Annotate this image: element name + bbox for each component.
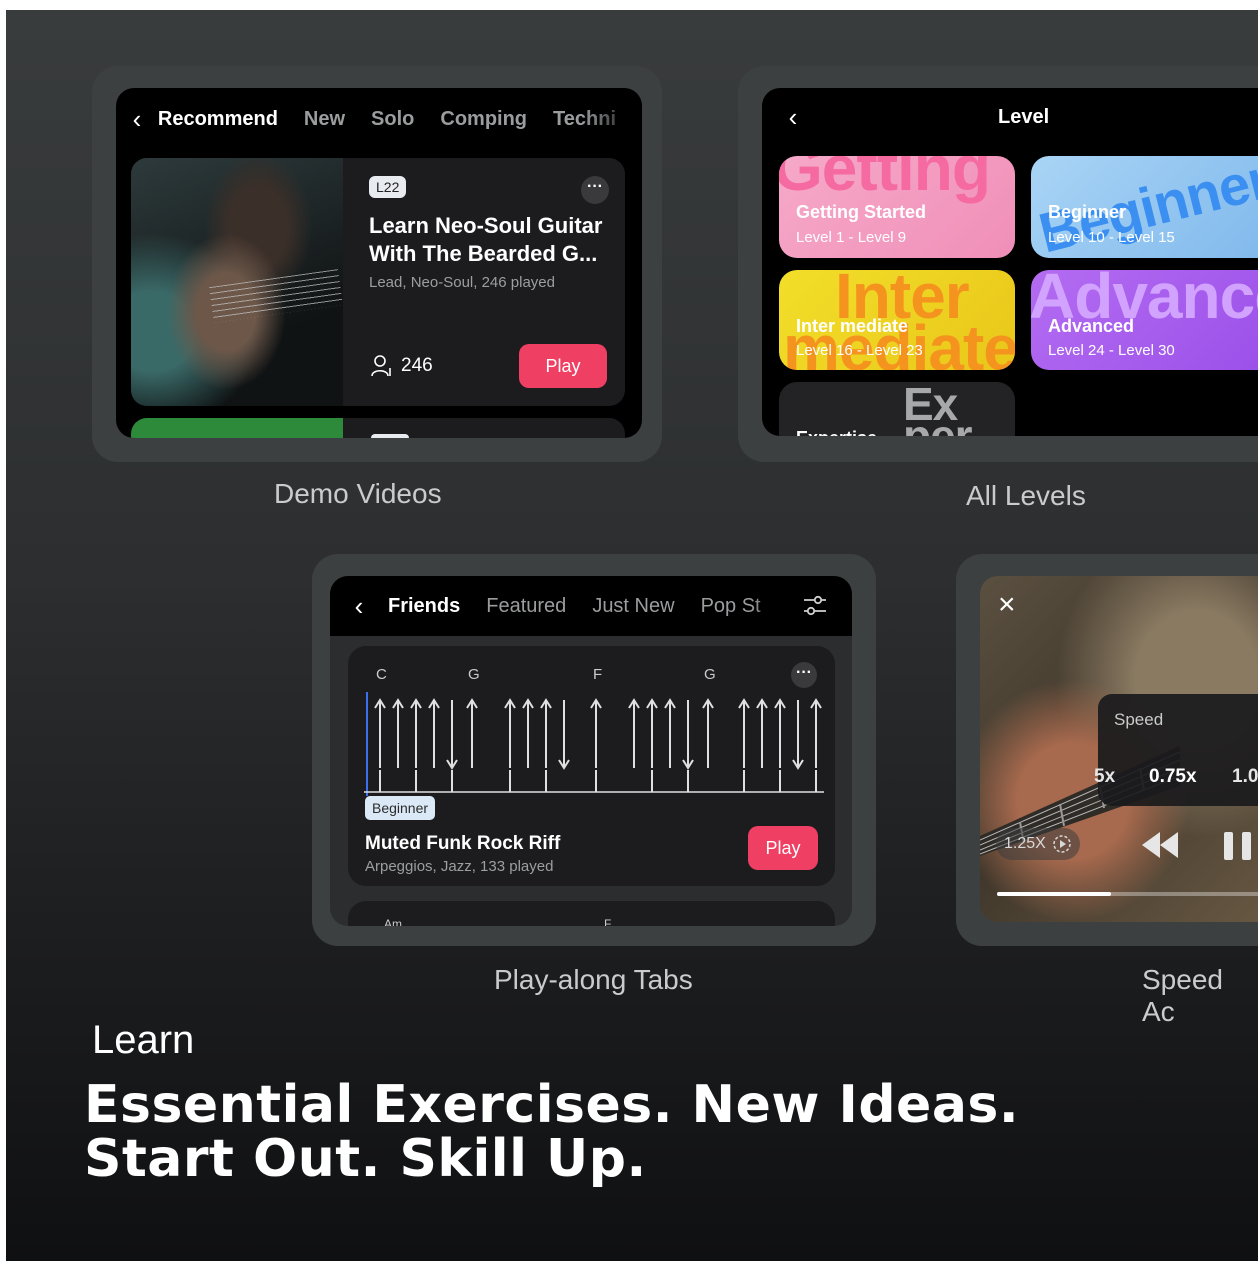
- tile-bg-text-2: per: [903, 410, 973, 436]
- play-along-screen: ‹ Friends Featured Just New Pop St C G F…: [330, 576, 852, 926]
- strum-arrows: [374, 698, 822, 792]
- speed-dial-icon: [1053, 835, 1071, 853]
- chord-label: C: [376, 666, 387, 683]
- hero-headline: Essential Exercises. New Ideas. Start Ou…: [84, 1078, 1019, 1186]
- next-video-badge: [371, 434, 409, 438]
- caption-all-levels: All Levels: [966, 480, 1086, 511]
- level-tile-expertise[interactable]: Ex per Expertise: [779, 382, 1015, 436]
- chord-label: F: [593, 666, 603, 683]
- guitar-strings-graphic: [209, 269, 343, 323]
- tab-card[interactable]: C G F G ··· Beginner Muted Funk Rock Rif…: [348, 646, 835, 886]
- chord-label: Am: [384, 917, 402, 926]
- speed-option[interactable]: 5x: [1094, 766, 1115, 788]
- speed-option[interactable]: 1.0: [1232, 766, 1258, 788]
- current-speed-value: 1.25X: [1004, 835, 1046, 852]
- play-button[interactable]: Play: [519, 344, 607, 388]
- tab-recommend[interactable]: Recommend: [158, 108, 278, 131]
- pause-icon[interactable]: [1220, 830, 1258, 862]
- tab-fade: [582, 88, 642, 150]
- next-tab-card[interactable]: Am F: [348, 901, 835, 926]
- demo-videos-screen: ‹ Recommend New Solo Comping Techni L22 …: [116, 88, 642, 438]
- tab-comping[interactable]: Comping: [440, 108, 527, 131]
- tile-name: Beginner: [1048, 202, 1127, 222]
- chord-label: G: [704, 666, 716, 683]
- tab-friends[interactable]: Friends: [388, 595, 460, 618]
- tab-subtitle: Arpeggios, Jazz, 133 played: [365, 858, 554, 875]
- speed-video[interactable]: × Speed 5x 0.75x 1.0 1.25X: [980, 576, 1258, 922]
- playalong-tab-bar: ‹ Friends Featured Just New Pop St: [330, 576, 852, 636]
- current-speed[interactable]: 1.25X: [996, 828, 1080, 860]
- tile-name: Getting Started: [796, 202, 927, 222]
- video-title-line1: Learn Neo-Soul Guitar: [369, 213, 603, 238]
- section-label: Learn: [92, 1018, 195, 1062]
- tab-fade: [750, 576, 810, 636]
- video-thumbnail[interactable]: [131, 158, 343, 406]
- more-options-icon[interactable]: ···: [791, 662, 817, 688]
- tile-bg-text: Getting: [779, 156, 991, 204]
- users-icon: [371, 355, 391, 377]
- progress-track[interactable]: [997, 892, 1258, 896]
- more-options-icon[interactable]: ···: [581, 176, 609, 204]
- hero-line2: Start Out. Skill Up.: [84, 1129, 647, 1189]
- tile-name: Inter mediate: [796, 316, 909, 336]
- video-subtitle: Lead, Neo-Soul, 246 played: [369, 274, 555, 291]
- demo-videos-card: ‹ Recommend New Solo Comping Techni L22 …: [92, 66, 662, 462]
- chord-label: F: [604, 917, 612, 926]
- close-icon[interactable]: ×: [998, 590, 1016, 620]
- caption-speed: Speed Ac: [1142, 964, 1223, 1027]
- level-badge: L22: [369, 176, 407, 198]
- tile-range: Level 24 - Level 30: [1048, 342, 1175, 359]
- tile-name: Expertise: [796, 428, 877, 436]
- back-chevron-icon[interactable]: ‹: [762, 102, 824, 133]
- level-tile-beginner[interactable]: Beginner Beginner Level 10 - Level 15: [1031, 156, 1258, 258]
- strum-pattern: [364, 692, 824, 796]
- levels-title: Level: [998, 105, 1050, 128]
- play-along-card: ‹ Friends Featured Just New Pop St C G F…: [312, 554, 876, 946]
- level-tile-advanced[interactable]: Advanced Advanced Level 24 - Level 30: [1031, 270, 1258, 370]
- player-count: 246: [371, 354, 433, 378]
- difficulty-badge: Beginner: [365, 796, 436, 820]
- caption-demo-videos: Demo Videos: [274, 478, 442, 509]
- stage: ‹ Recommend New Solo Comping Techni L22 …: [6, 10, 1258, 1261]
- level-tile-getting-started[interactable]: Getting Getting Started Level 1 - Level …: [779, 156, 1015, 258]
- next-video-thumbnail: [131, 418, 343, 438]
- rewind-icon[interactable]: [1140, 830, 1180, 860]
- progress-fill: [997, 892, 1111, 896]
- tile-range: Level 16 - Level 23: [796, 342, 923, 359]
- back-chevron-icon[interactable]: ‹: [330, 591, 388, 622]
- tab-featured[interactable]: Featured: [486, 595, 566, 618]
- levels-header: ‹ Level: [762, 88, 1258, 146]
- tile-range: Level 1 - Level 9: [796, 229, 907, 246]
- tab-just-new[interactable]: Just New: [592, 595, 674, 618]
- speed-panel: Speed 5x 0.75x 1.0: [1094, 694, 1258, 806]
- filter-sliders-icon[interactable]: [802, 594, 828, 618]
- player-count-value: 246: [401, 355, 433, 376]
- play-button[interactable]: Play: [748, 826, 818, 870]
- tile-range: Level 10 - Level 15: [1048, 229, 1175, 246]
- video-card[interactable]: L22 ··· Learn Neo-Soul Guitar With The B…: [131, 158, 625, 406]
- video-title-line2: With The Bearded G...: [369, 241, 598, 266]
- chord-label: G: [468, 666, 480, 683]
- tile-name: Advanced: [1048, 316, 1135, 336]
- tab-title: Muted Funk Rock Riff: [365, 833, 561, 854]
- demo-tab-bar: ‹ Recommend New Solo Comping Techni: [116, 88, 642, 150]
- speed-option-selected[interactable]: 0.75x: [1149, 766, 1197, 788]
- all-levels-card: ‹ Level Getting Getting Started Level 1 …: [738, 66, 1258, 462]
- level-tile-intermediate[interactable]: Inter mediate Inter mediate Level 16 - L…: [779, 270, 1015, 370]
- speed-panel-title: Speed: [1114, 710, 1164, 729]
- tab-new[interactable]: New: [304, 108, 345, 131]
- caption-play-along: Play-along Tabs: [494, 964, 693, 995]
- back-chevron-icon[interactable]: ‹: [116, 104, 158, 135]
- speed-card: × Speed 5x 0.75x 1.0 1.25X: [956, 554, 1258, 946]
- hero-line1: Essential Exercises. New Ideas.: [84, 1075, 1020, 1135]
- all-levels-screen: ‹ Level Getting Getting Started Level 1 …: [762, 88, 1258, 436]
- next-video-card[interactable]: [131, 418, 625, 438]
- tab-solo[interactable]: Solo: [371, 108, 414, 131]
